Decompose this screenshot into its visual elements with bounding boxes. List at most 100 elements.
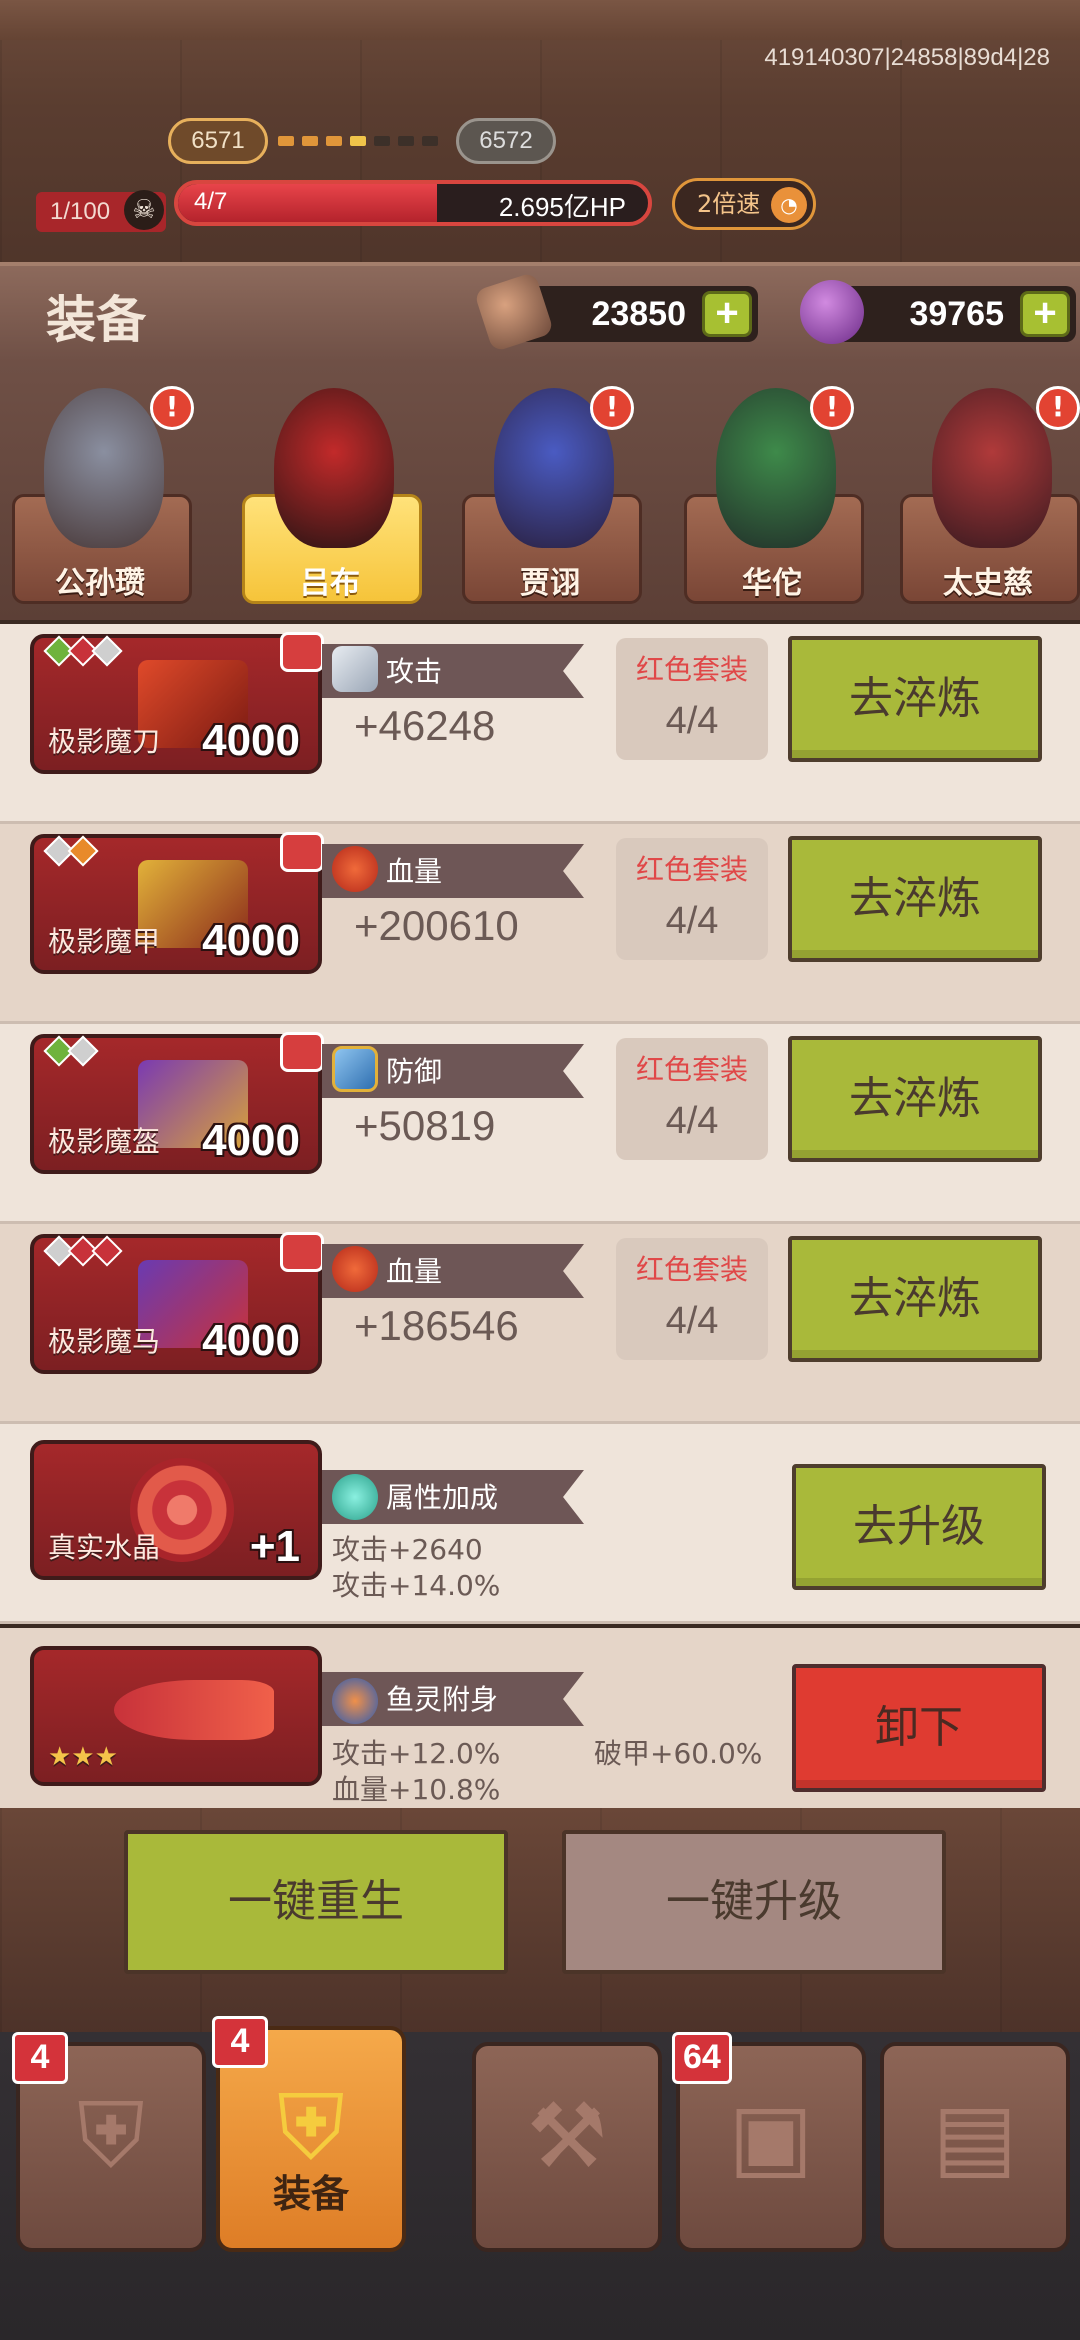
crystal-bonus-line: 攻击+2640 (332, 1533, 483, 1566)
armor-break-bonus: 破甲+60.0% (594, 1737, 763, 1770)
item-level: 4000 (202, 1116, 300, 1165)
set-bonus-box: 红色套装 4/4 (616, 838, 768, 960)
hero-portrait (274, 388, 394, 548)
next-stage-pill: 6572 (456, 118, 556, 164)
set-bonus-box: 红色套装 4/4 (616, 638, 768, 760)
fish-spirit-slot[interactable]: ★★★ (30, 1646, 322, 1786)
stat-label: 鱼灵附身 (386, 1683, 499, 1716)
blood-drop-icon (332, 1246, 378, 1292)
hero-portrait (932, 388, 1052, 548)
hero-tab-gongsunzan[interactable]: ! 公孙瓒 (0, 362, 200, 620)
speed-toggle-button[interactable]: 2倍速 ◔ (672, 178, 816, 230)
nav-chest-tab[interactable]: ▣ 64 (672, 2032, 866, 2252)
hero-tab-taishici[interactable]: ! 太史慈 (888, 362, 1080, 620)
crystal-row: 真实水晶 +1 属性加成 攻击+2640 攻击+14.0% 去升级 (0, 1424, 1080, 1624)
unequip-button[interactable]: 卸下 (792, 1664, 1046, 1792)
equipment-slot[interactable]: 极影魔甲 4000 (30, 832, 324, 974)
alert-icon: ! (1036, 386, 1080, 430)
sword-icon (332, 646, 378, 692)
stone-icon (473, 271, 555, 353)
wave-counter: 4/7 (194, 188, 228, 215)
nav-label: 装备 (272, 2172, 349, 2216)
armor-badge-icon (280, 1032, 324, 1072)
equipment-row-weapon: 极影魔刀 4000 攻击 +46248 红色套装 4/4 去淬炼 (0, 624, 1080, 824)
nav-map-tab[interactable]: ▤ (880, 2042, 1070, 2252)
hero-tab-jiaxu[interactable]: ! 贾诩 (450, 362, 650, 620)
item-name: 极影魔甲 (48, 925, 161, 958)
item-level: 4000 (202, 1316, 300, 1365)
nav-equipment-tab[interactable]: ⛨ 装备 4 (212, 2016, 406, 2252)
add-crystal-button[interactable]: + (1020, 291, 1070, 337)
equipment-header: 装备 23850 + 39765 + (0, 262, 1080, 362)
crystal-slot[interactable]: 真实水晶 +1 (30, 1440, 322, 1580)
alert-icon: ! (590, 386, 634, 430)
crystal-resource: 39765 + (800, 280, 1076, 344)
purple-crystal-icon (800, 280, 864, 344)
hero-name: 公孙瓒 (55, 566, 145, 601)
debug-info: 419140307|24858|89d4|28 (764, 44, 1050, 71)
anvil-hammer-icon: ⚒ (526, 2084, 608, 2189)
alert-icon: ! (150, 386, 194, 430)
fish-bonus-line: 攻击+12.0% (332, 1737, 501, 1770)
refine-button[interactable]: 去淬炼 (788, 636, 1042, 762)
nav-forge-tab[interactable]: ⚒ (472, 2042, 662, 2252)
notification-badge: 4 (12, 2032, 68, 2084)
one-click-rebirth-button[interactable]: 一键重生 (124, 1830, 508, 1974)
set-title: 红色套装 (635, 1053, 748, 1086)
hero-name: 贾诩 (520, 566, 580, 601)
fish-bonus-line: 血量+10.8% (332, 1773, 501, 1806)
notification-badge: 64 (672, 2032, 732, 2084)
one-click-upgrade-button[interactable]: 一键升级 (562, 1830, 946, 1974)
equipment-slot[interactable]: 极影魔马 4000 (30, 1232, 324, 1374)
item-name: 极影魔马 (48, 1325, 161, 1358)
fish-spirit-row: ★★★ 鱼灵附身 攻击+12.0% 血量+10.8% 破甲+60.0% 卸下 (0, 1628, 1080, 1834)
upgrade-button[interactable]: 去升级 (792, 1464, 1046, 1590)
item-level: 4000 (202, 916, 300, 965)
add-stone-button[interactable]: + (702, 291, 752, 337)
stat-label: 血量 (386, 855, 443, 888)
stat-value: +200610 (354, 902, 519, 949)
hero-tab-lubu[interactable]: 吕布 (230, 362, 430, 620)
hero-tab-huatuo[interactable]: ! 华佗 (672, 362, 872, 620)
speedometer-icon: ◔ (771, 187, 807, 223)
alert-icon: ! (810, 386, 854, 430)
stone-resource: 23850 + (473, 271, 758, 353)
item-name: 真实水晶 (48, 1531, 161, 1564)
hero-name: 吕布 (300, 566, 360, 601)
set-bonus-box: 红色套装 4/4 (616, 1238, 768, 1360)
star-rating: ★★★ (48, 1742, 118, 1772)
hero-portrait (44, 388, 164, 548)
item-name: 极影魔盔 (48, 1125, 161, 1158)
shield-icon (332, 1046, 378, 1092)
set-title: 红色套装 (635, 653, 748, 686)
stage-progress-dots (278, 136, 438, 146)
set-progress: 4/4 (665, 700, 719, 742)
nav-heroes-tab[interactable]: ⛨ 4 (12, 2032, 206, 2252)
attribute-boost-icon (332, 1474, 378, 1520)
set-title: 红色套装 (635, 1253, 748, 1286)
equipment-slot[interactable]: 极影魔刀 4000 (30, 632, 324, 774)
stat-label: 血量 (386, 1255, 443, 1288)
notification-badge: 4 (212, 2016, 268, 2068)
stat-label: 防御 (386, 1055, 443, 1088)
gem-icons (43, 635, 123, 667)
refine-button[interactable]: 去淬炼 (788, 836, 1042, 962)
page-title: 装备 (46, 291, 146, 349)
equipment-slot[interactable]: 极影魔盔 4000 (30, 1032, 324, 1174)
refine-button[interactable]: 去淬炼 (788, 1236, 1042, 1362)
crystal-level: +1 (249, 1522, 300, 1571)
stat-label: 攻击 (386, 655, 443, 688)
equipment-row-helmet: 极影魔盔 4000 防御 +50819 红色套装 4/4 去淬炼 (0, 1024, 1080, 1224)
set-progress: 4/4 (665, 1100, 719, 1142)
set-progress: 4/4 (665, 900, 719, 942)
helmet-nav-icon: ⛨ (77, 2083, 145, 2189)
blood-drop-icon (332, 846, 378, 892)
crystal-amount: 39765 (909, 295, 1004, 333)
equipment-row-horse: 极影魔马 4000 血量 +186546 红色套装 4/4 去淬炼 (0, 1224, 1080, 1424)
treasure-chest-icon: ▣ (728, 2084, 814, 2189)
hero-name: 华佗 (742, 566, 802, 601)
hero-selector: ! 公孙瓒 吕布 ! 贾诩 ! 华佗 ! 太史慈 (0, 362, 1080, 620)
refine-button[interactable]: 去淬炼 (788, 1036, 1042, 1162)
scroll-map-icon: ▤ (932, 2084, 1018, 2189)
stone-amount: 23850 (591, 295, 686, 333)
